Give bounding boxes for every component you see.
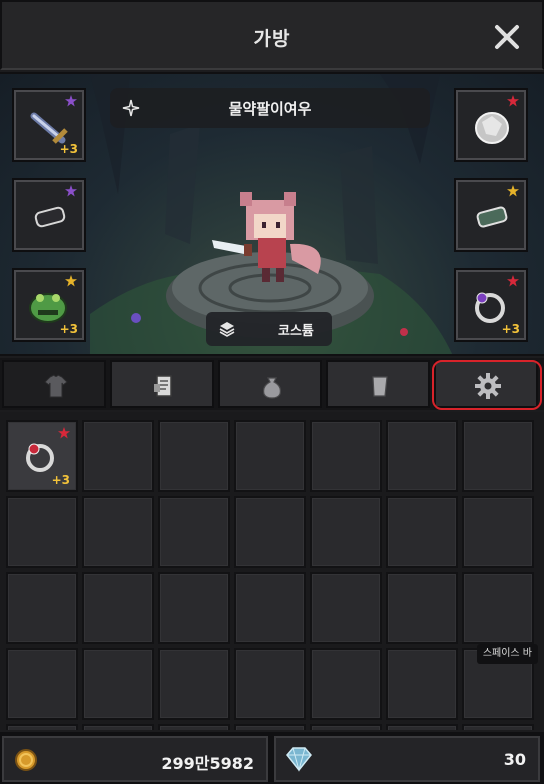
enhance-level: +3 — [51, 473, 70, 487]
inventory-slot[interactable] — [6, 496, 78, 568]
inventory-slot[interactable] — [6, 572, 78, 644]
inventory-slot[interactable] — [6, 648, 78, 720]
gold-amount: 299만5982 — [161, 754, 254, 773]
inventory-slot[interactable] — [234, 572, 306, 644]
inventory-slot[interactable] — [310, 648, 382, 720]
enhance-level: +3 — [59, 142, 78, 156]
gem-amount: 30 — [503, 750, 526, 769]
tab-misc[interactable] — [326, 360, 430, 408]
inventory-slot[interactable] — [462, 420, 534, 492]
paper-icon — [372, 376, 388, 397]
inventory-slot[interactable] — [462, 724, 534, 730]
inventory-slot[interactable] — [158, 724, 230, 730]
equip-slot-accessory[interactable] — [454, 178, 528, 252]
character-name-plate: 물약팔이여우 — [110, 88, 430, 128]
currency-bar: 299만5982 30 — [0, 732, 544, 784]
inventory-slot[interactable] — [462, 496, 534, 568]
gem-display: 30 — [274, 736, 540, 782]
inventory-slot[interactable] — [386, 724, 458, 730]
inventory-slot[interactable] — [158, 420, 230, 492]
close-icon[interactable] — [492, 22, 522, 52]
inventory-slot[interactable] — [158, 572, 230, 644]
pouch-icon — [263, 377, 281, 399]
inventory-slot[interactable] — [6, 724, 78, 730]
equip-slot-weapon[interactable]: +3 — [12, 88, 86, 162]
inventory-tabs — [0, 358, 544, 410]
inventory-slot[interactable] — [386, 420, 458, 492]
inventory-slot[interactable] — [82, 724, 154, 730]
inventory-slot[interactable] — [310, 572, 382, 644]
inventory-slot[interactable] — [82, 572, 154, 644]
star-icon — [65, 185, 77, 197]
inventory-slot[interactable] — [158, 648, 230, 720]
tab-materials[interactable] — [218, 360, 322, 408]
window-title: 가방 — [253, 28, 291, 50]
character-name: 물약팔이여우 — [228, 100, 312, 118]
equip-slot-offhand[interactable] — [12, 178, 86, 252]
tab-clothing[interactable] — [2, 360, 106, 408]
scroll-icon — [154, 375, 172, 397]
inventory-slot[interactable] — [386, 572, 458, 644]
costume-label: 코스튬 — [278, 324, 314, 339]
star-icon — [65, 95, 77, 107]
inventory-slot[interactable] — [82, 496, 154, 568]
star-icon — [507, 185, 519, 197]
enhance-level: +3 — [501, 322, 520, 336]
equip-slot-helmet[interactable]: +3 — [12, 268, 86, 342]
enhance-level: +3 — [59, 322, 78, 336]
star-icon — [65, 275, 77, 287]
inventory-slot[interactable] — [462, 572, 534, 644]
gem-icon — [286, 747, 312, 772]
gear-icon — [475, 373, 501, 399]
star-icon — [58, 427, 70, 439]
inventory-slot[interactable]: +3 — [6, 420, 78, 492]
inventory-slot[interactable] — [310, 724, 382, 730]
inventory-grid: +3 — [0, 412, 544, 730]
equip-slot-armor[interactable] — [454, 88, 528, 162]
tab-settings[interactable] — [434, 360, 538, 408]
inventory-slot[interactable] — [310, 420, 382, 492]
keybind-tooltip: 스페이스 바 — [476, 644, 538, 664]
inventory-slot[interactable] — [234, 496, 306, 568]
tab-scrolls[interactable] — [110, 360, 214, 408]
inventory-slot[interactable] — [386, 496, 458, 568]
costume-button[interactable]: 코스튬 — [206, 312, 332, 346]
star-icon — [507, 275, 519, 287]
shirt-icon — [44, 374, 68, 398]
title-bar: 가방 — [0, 0, 544, 70]
inventory-slot[interactable] — [234, 724, 306, 730]
inventory-slot[interactable] — [158, 496, 230, 568]
inventory-slot[interactable] — [234, 648, 306, 720]
star-icon — [507, 95, 519, 107]
character-scene: +3 +3 +3 물약팔이여우 코스튬 — [0, 72, 544, 356]
inventory-slot[interactable] — [82, 648, 154, 720]
inventory-slot[interactable] — [82, 420, 154, 492]
equip-slot-ring[interactable]: +3 — [454, 268, 528, 342]
gold-display: 299만5982 — [2, 736, 268, 782]
inventory-slot[interactable] — [386, 648, 458, 720]
inventory-slot[interactable] — [310, 496, 382, 568]
layers-icon — [219, 322, 235, 337]
inventory-slot[interactable] — [234, 420, 306, 492]
gold-coin-icon — [15, 749, 37, 771]
